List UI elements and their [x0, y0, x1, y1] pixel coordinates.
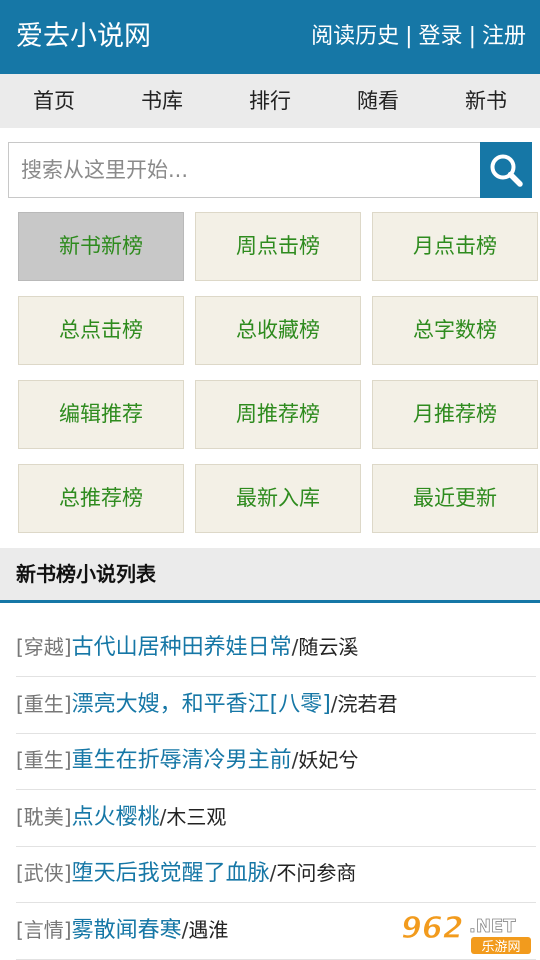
search-input[interactable] — [8, 142, 480, 198]
ranking-button[interactable]: 总收藏榜 — [195, 296, 361, 365]
book-author: 浣若君 — [337, 691, 398, 716]
register-link[interactable]: 注册 — [482, 24, 526, 49]
ranking-button[interactable]: 月推荐榜 — [372, 380, 538, 449]
link-separator: | — [468, 24, 476, 49]
list-item: [耽美]点火樱桃/木三观 — [16, 790, 536, 847]
login-link[interactable]: 登录 — [419, 24, 463, 49]
book-genre[interactable]: [重生] — [16, 748, 72, 772]
book-author: 遇淮 — [188, 917, 229, 942]
book-author: 妖妃兮 — [298, 748, 359, 772]
book-genre[interactable]: [耽美] — [16, 805, 72, 829]
list-item: [穿越]古代山居种田养娃日常/随云溪 — [16, 620, 536, 677]
ranking-button[interactable]: 最新入库 — [195, 464, 361, 533]
ranking-button[interactable]: 新书新榜 — [18, 212, 184, 281]
ranking-button[interactable]: 最近更新 — [372, 464, 538, 533]
ranking-button[interactable]: 周推荐榜 — [195, 380, 361, 449]
app-header: 爱去小说网 阅读历史 | 登录 | 注册 — [0, 0, 540, 74]
ranking-button[interactable]: 总字数榜 — [372, 296, 538, 365]
book-title-link[interactable]: 古代山居种田养娃日常 — [72, 635, 292, 660]
title-author-separator: / — [330, 691, 338, 716]
link-separator: | — [405, 24, 413, 49]
search-icon — [490, 154, 523, 187]
book-genre[interactable]: [武侠] — [16, 861, 72, 885]
nav-item-library[interactable]: 书库 — [108, 74, 216, 128]
site-title[interactable]: 爱去小说网 — [16, 0, 151, 74]
nav-item-random[interactable]: 随看 — [324, 74, 432, 128]
ranking-button[interactable]: 总点击榜 — [18, 296, 184, 365]
nav-item-ranking[interactable]: 排行 — [216, 74, 324, 128]
search-bar — [8, 142, 532, 198]
watermark-logo: 962 .NET 乐游网 — [400, 910, 531, 955]
nav-item-home[interactable]: 首页 — [0, 74, 108, 128]
book-author: 不问参商 — [276, 861, 357, 885]
watermark-suffix: .NET — [469, 916, 516, 937]
list-item: [重生]重生在折辱清冷男主前/妖妃兮 — [16, 733, 536, 790]
book-title-link[interactable]: 重生在折辱清冷男主前 — [72, 748, 292, 773]
book-genre[interactable]: [穿越] — [16, 635, 72, 659]
list-item: [重生]漂亮大嫂，和平香江[八零]/浣若君 — [16, 677, 536, 734]
watermark-subtitle: 乐游网 — [481, 940, 520, 955]
reading-history-link[interactable]: 阅读历史 — [311, 24, 399, 49]
list-item: [武侠]堕天后我觉醒了血脉/不问参商 — [16, 846, 536, 903]
section-header: 新书榜小说列表 — [0, 548, 540, 603]
ranking-button[interactable]: 周点击榜 — [195, 212, 361, 281]
ranking-button[interactable]: 编辑推荐 — [18, 380, 184, 449]
book-author: 随云溪 — [298, 635, 359, 659]
book-title-link[interactable]: 漂亮大嫂，和平香江[八零] — [72, 692, 331, 717]
book-author: 木三观 — [166, 804, 227, 829]
book-genre[interactable]: [言情] — [16, 918, 72, 942]
watermark-number: 962 — [401, 911, 464, 946]
book-title-link[interactable]: 雾散闻春寒 — [72, 918, 182, 943]
search-button[interactable] — [480, 142, 532, 198]
book-title-link[interactable]: 点火樱桃 — [72, 805, 160, 830]
book-genre[interactable]: [重生] — [16, 692, 72, 716]
main-nav: 首页 书库 排行 随看 新书 — [0, 74, 540, 128]
section-title: 新书榜小说列表 — [16, 562, 156, 586]
book-title-link[interactable]: 堕天后我觉醒了血脉 — [72, 861, 270, 886]
ranking-button[interactable]: 月点击榜 — [372, 212, 538, 281]
nav-item-new-books[interactable]: 新书 — [432, 74, 540, 128]
ranking-button[interactable]: 总推荐榜 — [18, 464, 184, 533]
header-links: 阅读历史 | 登录 | 注册 — [311, 0, 526, 74]
